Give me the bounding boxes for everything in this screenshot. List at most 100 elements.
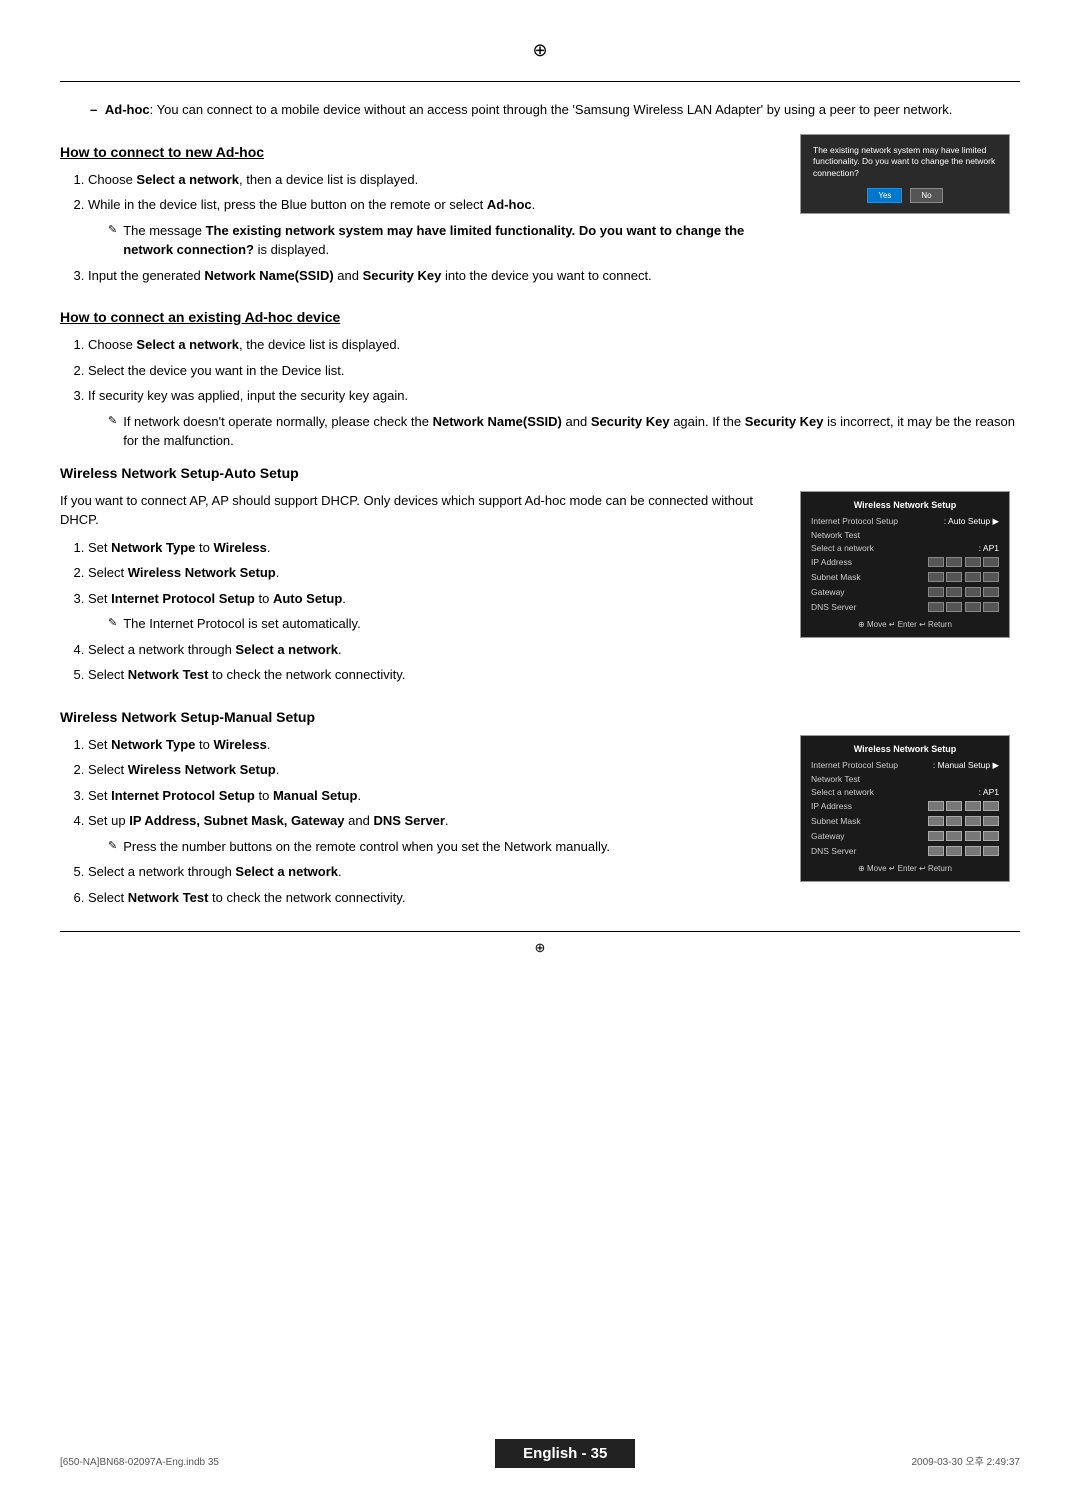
ip-box2 [946, 557, 962, 567]
network-test-bold2: Network Test [128, 890, 209, 905]
auto-screen-footer-text: ⊕ Move ↵ Enter ↩ Return [858, 620, 952, 629]
section4-sidebar: Wireless Network Setup Internet Protocol… [800, 735, 1020, 918]
ip-subnet-bold: IP Address, Subnet Mask, Gateway [129, 813, 344, 828]
section3-step5: Select Network Test to check the network… [88, 665, 780, 685]
auto-screen-row1: Internet Protocol Setup : Auto Setup ▶ [811, 516, 999, 527]
auto-screen-row6: Gateway [811, 587, 999, 599]
inet-protocol-label: Internet Protocol Setup [811, 516, 898, 527]
note-bold1: The existing network system may have lim… [123, 223, 744, 258]
inet-protocol-bold2: Internet Protocol Setup [111, 788, 255, 803]
section4-step1: Set Network Type to Wireless. [88, 735, 780, 755]
gateway-box3 [965, 587, 981, 597]
section3-step1: Set Network Type to Wireless. [88, 538, 780, 558]
note-icon1: ✎ [108, 222, 117, 239]
section-new-adhoc-main: How to connect to new Ad-hoc Choose Sele… [60, 134, 780, 296]
section1-step1: Choose Select a network, then a device l… [88, 170, 780, 190]
manual-select-network-label: Select a network [811, 787, 874, 797]
bottom-compass-area: ⊕ [60, 940, 1020, 956]
inet-protocol-value: : Auto Setup ▶ [944, 516, 999, 527]
section-auto-setup: Wireless Network Setup-Auto Setup If you… [60, 465, 1020, 695]
auto-setup-screen: Wireless Network Setup Internet Protocol… [800, 491, 1010, 638]
bottom-border [60, 931, 1020, 932]
security-key-bold3: Security Key [745, 414, 824, 429]
section2-heading: How to connect an existing Ad-hoc device [60, 309, 1020, 325]
manual-ip-box1 [928, 801, 944, 811]
auto-screen-footer: ⊕ Move ↵ Enter ↩ Return [811, 620, 999, 629]
gateway-box2 [946, 587, 962, 597]
section2-step1: Choose Select a network, the device list… [88, 335, 1020, 355]
dns-box3 [965, 602, 981, 612]
manual-dns-box1 [928, 846, 944, 856]
page-footer: [650-NA]BN68-02097A-Eng.indb 35 English … [0, 1439, 1080, 1468]
manual-ip-boxes [928, 801, 999, 813]
section4-step6: Select Network Test to check the network… [88, 888, 780, 908]
section3-steps: Set Network Type to Wireless. Select Wir… [60, 538, 780, 685]
manual-screen-row1: Internet Protocol Setup : Manual Setup ▶ [811, 760, 999, 771]
subnet-boxes [928, 572, 999, 584]
select-network-bold1: Select a network [136, 172, 239, 187]
section2-note: ✎ If network doesn't operate normally, p… [108, 412, 1020, 451]
page-label: English - 35 [495, 1439, 635, 1468]
wireless-setup-bold1: Wireless Network Setup [128, 565, 276, 580]
adhoc-term: Ad-hoc [105, 102, 150, 117]
dash-symbol: – [90, 102, 97, 117]
intro-text: : You can connect to a mobile device wit… [150, 102, 953, 117]
manual-gw-box4 [983, 831, 999, 841]
footer-file-info: [650-NA]BN68-02097A-Eng.indb 35 [60, 1457, 219, 1468]
section3-heading: Wireless Network Setup-Auto Setup [60, 465, 1020, 481]
manual-screen-row4: IP Address [811, 801, 999, 813]
wireless-setup-bold2: Wireless Network Setup [128, 762, 276, 777]
ip-address-label: IP Address [811, 557, 852, 569]
intro-paragraph: – Ad-hoc: You can connect to a mobile de… [60, 100, 1020, 120]
dialog-text: The existing network system may have lim… [813, 145, 997, 181]
dialog-no-btn[interactable]: No [910, 188, 942, 203]
dns-boxes [928, 602, 999, 614]
dns-box2 [946, 602, 962, 612]
auto-screen-row7: DNS Server [811, 602, 999, 614]
section4-step2: Select Wireless Network Setup. [88, 760, 780, 780]
auto-screen-row2: Network Test [811, 530, 999, 540]
section2-step3: If security key was applied, input the s… [88, 386, 1020, 451]
dialog-yes-btn[interactable]: Yes [867, 188, 902, 203]
manual-ip-box2 [946, 801, 962, 811]
manual-gw-box1 [928, 831, 944, 841]
dns-bold: DNS Server [373, 813, 445, 828]
manual-dns-box4 [983, 846, 999, 856]
network-name-bold: Network Name(SSID) [204, 268, 333, 283]
section3-intro: If you want to connect AP, AP should sup… [60, 491, 780, 530]
section1-note-text: The message The existing network system … [123, 221, 780, 260]
section-existing-adhoc: How to connect an existing Ad-hoc device… [60, 309, 1020, 451]
gateway-label: Gateway [811, 587, 845, 599]
dialog-buttons: Yes No [813, 188, 997, 203]
section2-note-text: If network doesn't operate normally, ple… [123, 412, 1020, 451]
top-registration-mark: ⊕ [60, 40, 1020, 61]
dialog-screen: The existing network system may have lim… [800, 134, 1010, 215]
manual-dns-box2 [946, 846, 962, 856]
manual-screen-row3: Select a network : AP1 [811, 787, 999, 797]
section3-content: If you want to connect AP, AP should sup… [60, 491, 1020, 695]
manual-screen-title: Wireless Network Setup [811, 744, 999, 754]
manual-subnet-boxes [928, 816, 999, 828]
subnet-box4 [983, 572, 999, 582]
manual-gw-box3 [965, 831, 981, 841]
manual-dns-label: DNS Server [811, 846, 856, 858]
note-icon4: ✎ [108, 838, 117, 855]
manual-screen-row6: Gateway [811, 831, 999, 843]
wireless-bold2: Wireless [213, 737, 266, 752]
section4-step4: Set up IP Address, Subnet Mask, Gateway … [88, 811, 780, 856]
dns-box1 [928, 602, 944, 612]
section-manual-setup: Wireless Network Setup-Manual Setup Set … [60, 709, 1020, 918]
section4-heading: Wireless Network Setup-Manual Setup [60, 709, 1020, 725]
inet-protocol-bold: Internet Protocol Setup [111, 591, 255, 606]
manual-ip-label: IP Address [811, 801, 852, 813]
manual-select-network-value: : AP1 [979, 787, 999, 797]
select-network-bold3: Select a network [235, 642, 338, 657]
select-network-bold4: Select a network [235, 864, 338, 879]
security-key-bold2: Security Key [591, 414, 670, 429]
auto-screen-row4: IP Address [811, 557, 999, 569]
subnet-box2 [946, 572, 962, 582]
footer-timestamp: 2009-03-30 오후 2:49:37 [912, 1453, 1020, 1468]
manual-subnet-box3 [965, 816, 981, 826]
manual-gw-box2 [946, 831, 962, 841]
network-name-bold2: Network Name(SSID) [433, 414, 562, 429]
